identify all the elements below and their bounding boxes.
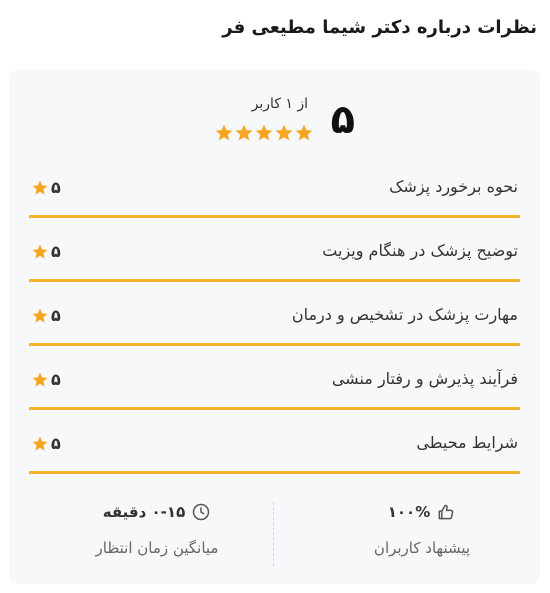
star-icon	[255, 124, 273, 141]
page-title: نظرات درباره دکتر شیما مطیعی فر	[222, 17, 537, 38]
star-icon	[215, 124, 233, 141]
criteria-label: شرایط محیطی	[416, 433, 518, 452]
criteria-row: نحوه برخورد پزشک ۵	[29, 155, 520, 218]
star-icon	[235, 124, 253, 141]
recommendation-value: ۱۰۰%	[387, 503, 431, 521]
criteria-score: ۵	[31, 243, 61, 261]
criteria-score-value: ۵	[51, 178, 61, 197]
criteria-row: مهارت پزشک در تشخیص و درمان ۵	[29, 283, 520, 346]
recommendation-stat: ۱۰۰% پیشنهاد کاربران	[322, 498, 522, 558]
clock-icon	[192, 503, 210, 521]
criteria-score-value: ۵	[51, 242, 61, 261]
divider	[273, 502, 274, 566]
star-icon	[32, 180, 48, 195]
star-icon	[32, 436, 48, 451]
overall-stars	[214, 123, 314, 143]
wait-time-value: ۰-۱۵ دقیقه	[102, 503, 186, 521]
criteria-row: توضیح پزشک در هنگام ویزیت ۵	[29, 219, 520, 282]
star-icon	[32, 244, 48, 259]
criteria-score: ۵	[31, 179, 61, 197]
star-icon	[32, 308, 48, 323]
criteria-row: فرآیند پذیرش و رفتار منشی ۵	[29, 347, 520, 410]
stats-section: ۱۰۰% پیشنهاد کاربران ۰-۱۵ دقیقه میانگین …	[9, 498, 540, 566]
criteria-score-value: ۵	[51, 434, 61, 453]
reviews-card: ۵ از ۱ کاربر نحوه برخورد پزشک ۵ توضیح پز…	[9, 70, 540, 584]
criteria-list: نحوه برخورد پزشک ۵ توضیح پزشک در هنگام و…	[29, 155, 520, 475]
criteria-label: توضیح پزشک در هنگام ویزیت	[322, 241, 518, 260]
wait-time-label: میانگین زمان انتظار	[95, 539, 219, 557]
recommendation-label: پیشنهاد کاربران	[373, 539, 471, 557]
criteria-score-value: ۵	[51, 306, 61, 325]
criteria-label: نحوه برخورد پزشک	[389, 177, 518, 196]
criteria-score: ۵	[31, 435, 61, 453]
rating-summary: ۵ از ۱ کاربر	[9, 90, 540, 150]
wait-time-stat: ۰-۱۵ دقیقه میانگین زمان انتظار	[57, 498, 257, 558]
review-count: از ۱ کاربر	[251, 96, 308, 112]
thumbs-up-icon	[438, 504, 454, 520]
criteria-score: ۵	[31, 371, 61, 389]
criteria-row: شرایط محیطی ۵	[29, 411, 520, 474]
criteria-score-value: ۵	[51, 370, 61, 389]
overall-score: ۵	[330, 97, 355, 143]
criteria-label: فرآیند پذیرش و رفتار منشی	[331, 369, 518, 388]
criteria-label: مهارت پزشک در تشخیص و درمان	[291, 305, 518, 324]
star-icon	[32, 372, 48, 387]
star-icon	[295, 124, 313, 141]
star-icon	[275, 124, 293, 141]
criteria-score: ۵	[31, 307, 61, 325]
